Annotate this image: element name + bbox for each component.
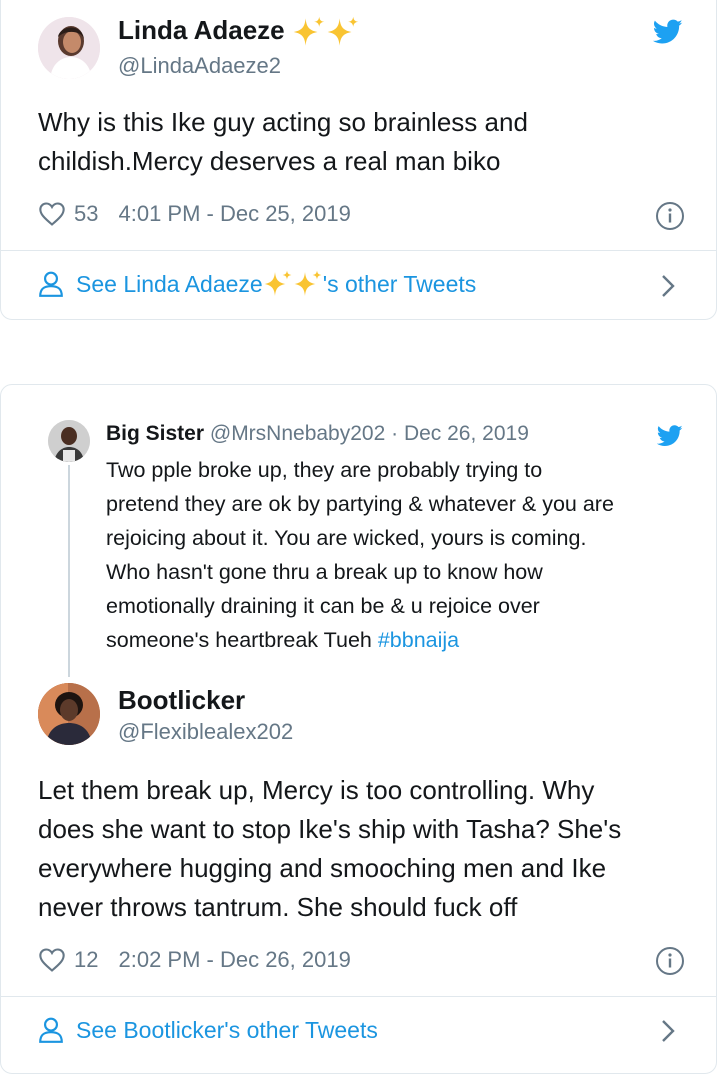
author-handle[interactable]: @LindaAdaeze2 [118, 53, 281, 79]
heart-icon[interactable] [38, 947, 66, 973]
quoted-avatar[interactable] [48, 420, 90, 462]
person-icon [39, 271, 63, 297]
hashtag-link[interactable]: #bbnaija [378, 628, 459, 652]
person-icon [39, 1017, 63, 1043]
sparkles-emoji-icon [293, 269, 323, 299]
tweet-text: Why is this Ike guy acting so brainless … [38, 103, 528, 181]
quoted-author-name[interactable]: Big Sister [106, 422, 204, 445]
quoted-tweet-text: Two pple broke up, they are probably try… [106, 453, 676, 657]
quoted-date[interactable]: · Dec 26, 2019 [391, 422, 529, 445]
author-name[interactable]: Linda Adaeze [118, 15, 360, 49]
quoted-text-fragment: someone's heartbreak Tueh [106, 628, 378, 652]
sparkles-emoji-icon [263, 269, 293, 299]
see-other-tweets-link[interactable]: See Bootlicker's other Tweets [38, 1016, 679, 1044]
quoted-text-line: pretend they are ok by partying & whatev… [106, 492, 614, 516]
avatar[interactable] [38, 17, 100, 79]
avatar[interactable] [38, 683, 100, 745]
quoted-text-line: Who hasn't gone thru a break up to know … [106, 560, 543, 584]
timestamp[interactable]: 2:02 PM - Dec 26, 2019 [118, 947, 350, 973]
quoted-header[interactable]: Big Sister @MrsNnebaby202 · Dec 26, 2019 [106, 422, 529, 446]
chevron-right-icon[interactable] [660, 1018, 676, 1044]
tweet-text-line: never throws tantrum. She should fuck of… [38, 892, 518, 922]
avatar-photo [38, 683, 100, 745]
tweet-text: Let them break up, Mercy is too controll… [38, 771, 621, 927]
sparkles-emoji-icon [292, 15, 326, 49]
twitter-bird-icon[interactable] [657, 425, 683, 447]
avatar-photo [38, 17, 100, 79]
quoted-text-line: rejoicing about it. You are wicked, your… [106, 526, 587, 550]
info-icon[interactable] [655, 946, 685, 976]
tweet-text-line: Why is this Ike guy acting so brainless … [38, 107, 528, 137]
tweet-text-line: does she want to stop Ike's ship with Ta… [38, 814, 622, 844]
tweet-text-line: Let them break up, Mercy is too controll… [38, 775, 595, 805]
heart-icon[interactable] [38, 201, 66, 227]
see-other-label: 's other Tweets [322, 270, 477, 297]
tweet-text-line: everywhere hugging and smooching men and… [38, 853, 607, 883]
see-other-label: See Bootlicker's other Tweets [76, 1016, 378, 1043]
quoted-text-line: Two pple broke up, they are probably try… [106, 458, 543, 482]
thread-line [68, 465, 70, 677]
tweet-text-line: childish.Mercy deserves a real man biko [38, 146, 501, 176]
avatar-photo [48, 420, 90, 462]
like-count[interactable]: 12 [74, 947, 98, 973]
quoted-text-line: someone's heartbreak Tueh #bbnaija [106, 623, 676, 657]
chevron-right-icon[interactable] [660, 273, 676, 299]
author-name-text: Linda Adaeze [118, 15, 285, 45]
see-other-tweets-link[interactable]: See Linda Adaeze 's other Tweets [38, 269, 679, 299]
quoted-author-handle[interactable]: @MrsNnebaby202 [210, 422, 385, 445]
timestamp[interactable]: 4:01 PM - Dec 25, 2019 [118, 201, 350, 227]
quoted-text-line: emotionally draining it can be & u rejoi… [106, 594, 540, 618]
like-count[interactable]: 53 [74, 201, 98, 227]
tweet-card-bootlicker: Big Sister @MrsNnebaby202 · Dec 26, 2019… [0, 384, 717, 1074]
divider [1, 250, 716, 251]
sparkles-emoji-icon [326, 15, 360, 49]
info-icon[interactable] [655, 201, 685, 231]
twitter-bird-icon[interactable] [653, 19, 683, 45]
author-handle[interactable]: @Flexiblealex202 [118, 719, 293, 745]
tweet-meta: 53 4:01 PM - Dec 25, 2019 [38, 201, 351, 227]
tweet-card-linda: Linda Adaeze @LindaAdaeze2 Why is this I… [0, 0, 717, 320]
author-name[interactable]: Bootlicker [118, 685, 245, 716]
divider [1, 996, 716, 997]
see-other-label: See Linda Adaeze [76, 270, 263, 297]
tweet-meta: 12 2:02 PM - Dec 26, 2019 [38, 947, 351, 973]
